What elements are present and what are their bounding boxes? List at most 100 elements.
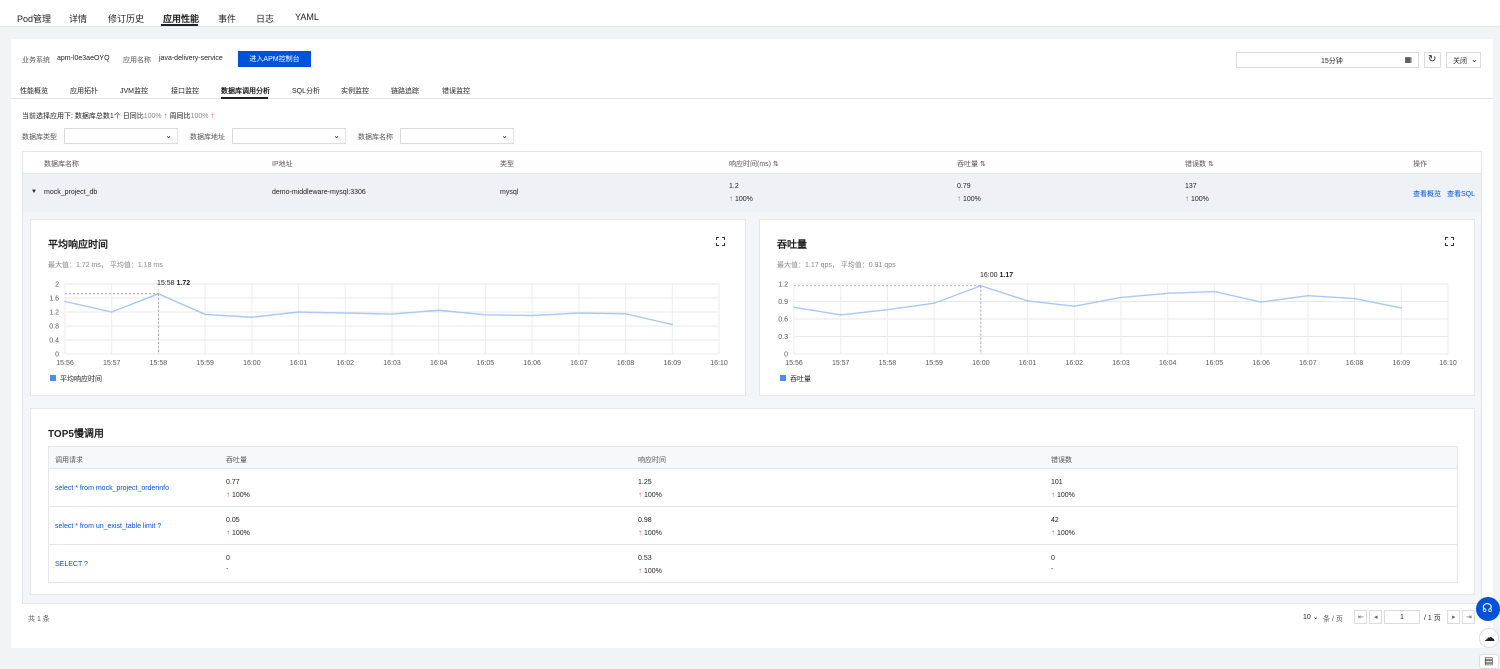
x-tick-label: 16:01 [1019,360,1037,367]
throughput-legend[interactable]: 吞吐量 [790,374,811,384]
top5-err-pct-value: 100% [1056,492,1075,499]
db-type-label: 数据库类型 [22,134,57,141]
throughput-title: 吞吐量 [777,240,807,251]
tab-revision-history[interactable]: 修订历史 [108,12,144,25]
y-tick-label: 1.2 [49,310,59,317]
page-input[interactable]: 1 [1384,610,1420,624]
top5-title: TOP5慢调用 [48,429,104,440]
db-type-select[interactable]: ⌄ [64,128,178,144]
x-tick-label: 16:06 [1252,360,1270,367]
top5-resp-pct: ↑ 100% [638,566,662,575]
x-tick-label: 15:58 [150,360,168,367]
arrow-up-icon: ↑ [638,566,642,575]
data-point [484,314,487,316]
data-point [1353,297,1356,300]
db-ip-cell: demo-middleware-mysql:3306 [272,189,366,196]
top5-request-link[interactable]: SELECT ? [55,561,88,568]
top5-request-link[interactable]: select * from un_exist_table limit ? [55,523,161,530]
subtab-sql-analysis[interactable]: SQL分析 [292,86,320,96]
tab-pod-management[interactable]: Pod管理 [17,12,51,25]
last-page-button[interactable]: ⇥ [1462,610,1475,624]
summary-day-pct: 100% [143,113,162,120]
chevron-down-icon: ⌄ [501,131,508,140]
col-resp-time-label: 响应时间(ms) [729,161,771,168]
data-point [578,312,580,314]
x-tick-label: 16:10 [1439,360,1457,367]
first-page-button[interactable]: ⇤ [1354,610,1367,624]
subtab-jvm-monitor[interactable]: JVM监控 [120,86,148,96]
subtab-error-monitor[interactable]: 错误监控 [442,86,470,96]
arrow-up-icon: ↑ [210,111,215,120]
subtab-performance-overview[interactable]: 性能概览 [20,86,48,96]
x-tick-label: 16:10 [710,360,728,367]
next-page-button[interactable]: ▸ [1447,610,1460,624]
tput-tooltip-value: 1.17 [999,272,1014,279]
col-errors-label: 错误数 [1185,161,1206,168]
top5-tput: 0.05 [226,517,240,524]
subtab-db-call-analysis[interactable]: 数据库调用分析 [221,86,270,96]
resp-time-legend[interactable]: 平均响应时间 [60,374,102,384]
db-address-select[interactable]: ⌄ [232,128,346,144]
page-size-select[interactable]: 10 ⌄ [1303,613,1319,621]
tab-logs[interactable]: 日志 [256,12,274,25]
top5-resp: 1.25 [638,479,652,486]
resp-tooltip-time: 15:58 [157,280,175,287]
data-point [110,311,113,313]
tab-events[interactable]: 事件 [218,12,236,25]
db-name-select[interactable]: ⌄ [400,128,514,144]
data-point [886,308,889,311]
top5-resp-pct: ↑ 100% [638,490,662,499]
subtab-app-topology[interactable]: 应用拓扑 [70,86,98,96]
top5-tput-pct: ↑ 100% [226,490,250,499]
docs-fab[interactable]: ▤ [1479,654,1499,669]
headset-icon: ☊ [1482,601,1493,615]
top5-err-pct: - [1051,566,1054,573]
subtab-trace[interactable]: 链路追踪 [391,86,419,96]
db-name-label: 数据库名称 [358,134,393,141]
chevron-down-icon: ⌄ [1471,55,1478,64]
fullscreen-icon[interactable] [1445,237,1454,246]
legend-swatch [780,375,786,381]
refresh-button[interactable]: ↻ [1424,52,1441,68]
x-tick-label: 16:03 [383,360,401,367]
col-db-name: 数据库名称 [44,161,79,168]
chevron-down-icon: ⌄ [165,131,172,140]
x-tick-label: 16:04 [1159,360,1177,367]
db-table-row[interactable] [23,174,1481,212]
top5-tput: 0 [226,555,230,562]
fullscreen-icon[interactable] [716,237,725,246]
summary-week-pct: 100% [190,113,209,120]
chevron-down-icon: ⌄ [1312,614,1319,621]
data-point [251,316,253,319]
tab-details[interactable]: 详情 [69,12,87,25]
col-throughput[interactable]: 吞吐量 ⇅ [957,159,986,169]
expand-triangle-icon[interactable]: ▼ [31,189,37,195]
enter-apm-console-button[interactable]: 进入APM控制台 [238,51,311,67]
data-point [1307,294,1309,297]
x-tick-label: 16:03 [1112,360,1130,367]
db-address-label: 数据库地址 [190,134,225,141]
col-resp-time[interactable]: 响应时间(ms) ⇅ [729,159,779,169]
prev-page-button[interactable]: ◂ [1369,610,1382,624]
top5-request-link[interactable]: select * from mock_project_orderinfo [55,485,169,492]
cloud-fab[interactable]: ☁ [1479,628,1499,648]
time-range-picker[interactable]: 15分钟 ▦ [1236,52,1419,68]
db-type-cell: mysql [500,189,519,196]
db-summary: 当前选择应用下: 数据库总数1个 日同比100% ↑ 周同比100% ↑ [22,111,214,121]
auto-refresh-select[interactable]: 关闭 ⌄ [1446,52,1481,68]
view-sql-link[interactable]: 查看SQL [1447,189,1475,199]
support-fab[interactable]: ☊ [1476,597,1500,621]
subtab-instance-monitor[interactable]: 实例监控 [341,86,369,96]
y-tick-label: 0.6 [778,317,788,324]
sort-icon: ⇅ [1207,161,1214,168]
col-errors[interactable]: 错误数 ⇅ [1185,159,1214,169]
view-overview-link[interactable]: 查看概览 [1413,189,1441,199]
tab-yaml[interactable]: YAML [295,12,319,22]
series-line [793,285,1402,316]
top5-resp: 0.98 [638,517,652,524]
top5-resp-pct: ↑ 100% [638,528,662,537]
arrow-up-icon: ↑ [226,528,230,537]
last-page-icon: ⇥ [1466,614,1472,621]
subtab-api-monitor[interactable]: 接口监控 [171,86,199,96]
x-tick-label: 16:01 [290,360,308,367]
